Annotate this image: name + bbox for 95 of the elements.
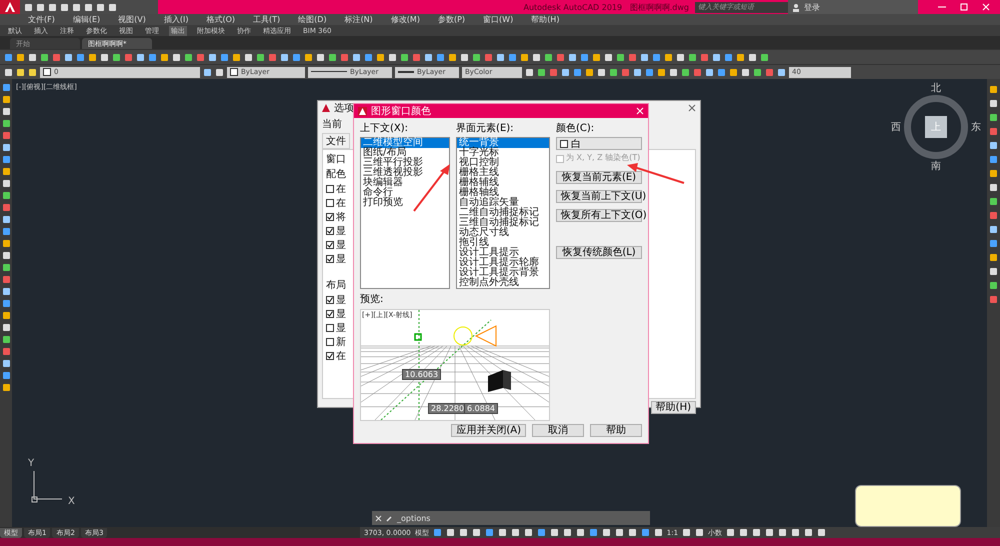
checkbox-label: 显 [336, 294, 346, 307]
menu-item[interactable]: 文件(F) [28, 14, 55, 25]
checkbox[interactable] [326, 296, 334, 304]
menu-item[interactable]: 视图(V) [118, 14, 146, 25]
checkbox-label: 显 [336, 308, 346, 321]
dialog-button[interactable]: 帮助 [590, 424, 642, 437]
help-button[interactable]: 帮助(H) [650, 401, 696, 414]
dimension-value: 6.0884 [464, 403, 498, 414]
group-label: 布局 [326, 279, 346, 292]
list-item[interactable]: 三维自动捕捉标记 [457, 218, 549, 228]
field-label: 配色 [326, 168, 346, 181]
checkbox-label: 在 [336, 197, 346, 210]
checkbox-label: 显 [336, 225, 346, 238]
menu-item[interactable]: 参数(P) [438, 14, 466, 25]
list-item[interactable]: 设计工具提示轮廓 [457, 258, 549, 268]
list-item[interactable]: 设计工具提示背景 [457, 268, 549, 278]
compass-label: 北 [931, 82, 941, 95]
profile-label: 当前 [322, 119, 342, 130]
checkbox[interactable] [326, 212, 334, 220]
list-item[interactable]: 栅格辅线 [457, 178, 549, 188]
checkbox[interactable] [326, 184, 334, 192]
element-list[interactable]: 统一背景 十字光标 视口控制 栅格主线 栅格辅线 栅格轴线 自动追踪矢量 二维自动捕捉标记 三维自动捕捉标记 动态尺寸线 拖引线 设计工具提示 设计工具提示轮廓 设计工具提示背景 控制点外壳线 [456, 137, 550, 289]
checkbox-label: 将 [336, 211, 346, 224]
preview-label: 预览: [360, 293, 384, 306]
list-item[interactable]: 动态尺寸线 [457, 228, 549, 238]
list-item[interactable]: 设计工具提示 [457, 248, 549, 258]
checkbox[interactable] [326, 338, 334, 346]
list-item[interactable]: 块编辑器 [361, 178, 450, 188]
list-item[interactable]: 自动追踪矢量 [457, 198, 549, 208]
list-item[interactable]: 二维自动捕捉标记 [457, 208, 549, 218]
close-icon[interactable] [688, 104, 696, 112]
line-sample-icon [398, 71, 414, 73]
list-label: 上下文(X): [360, 122, 408, 135]
person-icon [792, 2, 800, 12]
color-dropdown[interactable]: 白 [556, 137, 642, 150]
app-logo-icon[interactable] [0, 0, 20, 14]
dialog-tab[interactable]: 文件 [322, 133, 350, 149]
compass-label: 东 [971, 120, 981, 134]
list-item[interactable]: 二维模型空间 [361, 138, 450, 148]
checkbox[interactable] [326, 198, 334, 206]
checkbox[interactable] [326, 310, 334, 318]
compass-label: 南 [931, 160, 941, 173]
axis-label: X [68, 496, 75, 507]
dialog-title: 选项 [334, 102, 354, 115]
list-item[interactable]: 图纸/布局 [361, 148, 450, 158]
dialog-button[interactable]: 应用并关闭(A) [451, 424, 526, 437]
checkbox-label: 新 [336, 336, 346, 349]
list-item[interactable]: 控制点外壳线 [457, 278, 549, 288]
menu-item[interactable]: 窗口(W) [483, 14, 514, 25]
window-title: Autodesk AutoCAD 2019 图框啊啊啊.dwg [523, 2, 689, 12]
restore-button[interactable]: 恢复传统颜色(L) [556, 246, 642, 259]
sign-in-link[interactable]: 登录 [804, 2, 820, 12]
checkbox-label: 在 [336, 350, 346, 363]
list-item[interactable]: 栅格轴线 [457, 188, 549, 198]
app-logo-icon [358, 106, 367, 116]
dialog-button[interactable]: 取消 [532, 424, 584, 437]
command-text: _options [397, 514, 430, 522]
list-item[interactable]: 栅格主线 [457, 168, 549, 178]
menu-item[interactable]: 绘图(D) [298, 14, 327, 25]
menu-item[interactable]: 工具(T) [253, 14, 280, 25]
checkbox[interactable] [326, 324, 334, 332]
menu-item[interactable]: 格式(O) [206, 14, 236, 25]
group-label: 窗口 [326, 152, 346, 166]
checkbox[interactable] [326, 352, 334, 360]
checkbox-label: 显 [336, 239, 346, 252]
field-label: 颜色(C): [556, 122, 594, 135]
list-item[interactable]: 命令行 [361, 188, 450, 198]
menu-item[interactable]: 插入(I) [164, 14, 188, 25]
list-item[interactable]: 统一背景 [457, 138, 549, 148]
checkbox-label: 显 [336, 322, 346, 335]
line-sample-icon [311, 71, 347, 73]
menu-item[interactable]: 编辑(E) [72, 14, 100, 25]
context-list[interactable]: 二维模型空间 图纸/布局 三维平行投影 三维透视投影 块编辑器 命令行 打印预览 [360, 137, 450, 289]
menu-item[interactable]: 修改(M) [390, 14, 420, 25]
checkbox[interactable] [326, 226, 334, 234]
menu-item[interactable]: 帮助(H) [531, 14, 560, 25]
list-item[interactable]: 十字光标 [457, 148, 549, 158]
wrench-icon[interactable] [386, 514, 393, 522]
app-logo-icon [322, 104, 330, 112]
dimension-value: 10.6063 [402, 369, 442, 380]
checkbox[interactable] [326, 240, 334, 248]
checkbox-label: 显 [336, 253, 346, 266]
list-item[interactable]: 拖引线 [457, 238, 549, 248]
dialog-title: 图形窗口颜色 [371, 104, 431, 118]
list-item[interactable]: 视口控制 [457, 158, 549, 168]
compass-label: 西 [891, 121, 901, 134]
axis-label: Y [28, 458, 34, 469]
menu-item[interactable]: 标注(N) [344, 14, 373, 25]
list-label: 界面元素(E): [456, 122, 514, 135]
checkbox[interactable] [326, 254, 334, 262]
maximize-icon[interactable] [960, 3, 968, 11]
list-item[interactable]: 打印预览 [361, 198, 450, 208]
restore-button[interactable]: 恢复当前元素(E) [556, 171, 642, 184]
checkbox-label: 在 [336, 183, 346, 196]
checkbox-label: 为 X, Y, Z 轴染色(T) [566, 152, 640, 163]
